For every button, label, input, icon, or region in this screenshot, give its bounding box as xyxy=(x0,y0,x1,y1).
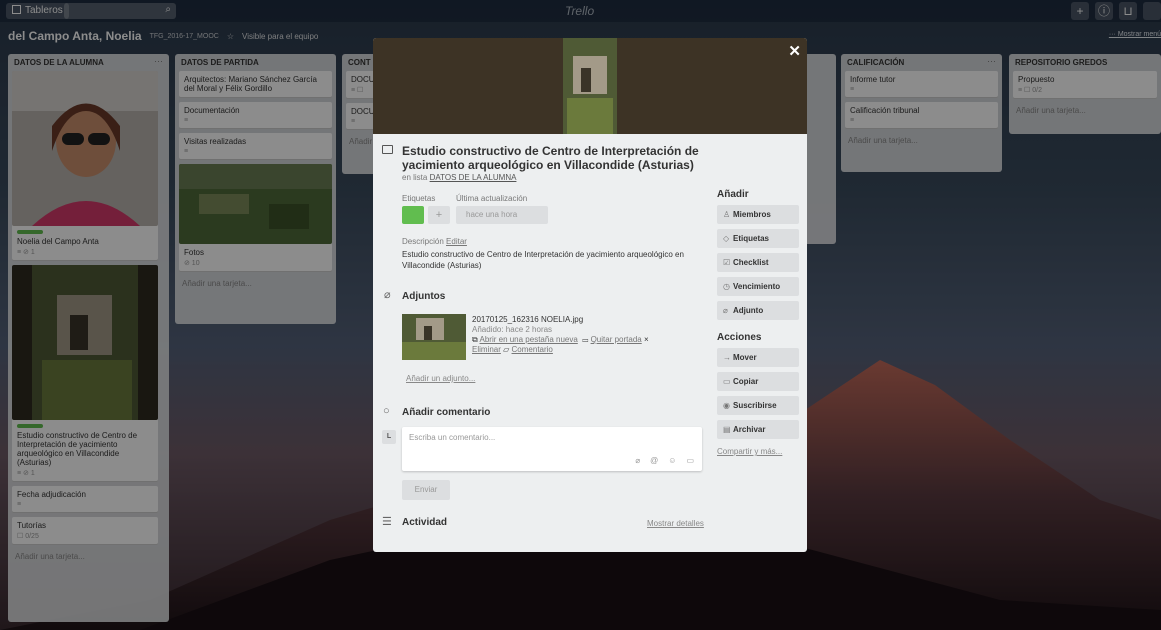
in-list-label: en lista DATOS DE LA ALUMNA xyxy=(402,173,517,182)
add-attachment-link[interactable]: Añadir un adjunto... xyxy=(406,374,475,383)
actions-heading: Acciones xyxy=(717,332,762,343)
add-label-icon[interactable]: + xyxy=(428,206,450,224)
description-text[interactable]: Estudio constructivo de Centro de Interp… xyxy=(402,249,702,271)
edit-description-link[interactable]: Editar xyxy=(446,237,467,246)
paperclip-icon: ⌀ xyxy=(384,289,391,301)
share-more-link[interactable]: Compartir y más... xyxy=(717,447,799,456)
comment-attachment-link[interactable]: Comentario xyxy=(512,345,553,354)
activity-icon: ☰ xyxy=(382,516,392,528)
copy-icon: ▭ xyxy=(723,377,731,386)
attach-icon[interactable]: ⌀ xyxy=(635,456,640,465)
comment-placeholder: Escriba un comentario... xyxy=(409,433,496,442)
copy-button[interactable]: ▭ Copiar xyxy=(717,372,799,391)
comment-icon: ▱ xyxy=(503,345,510,354)
archive-button[interactable]: ▤ Archivar xyxy=(717,420,799,439)
mention-icon[interactable]: @ xyxy=(650,456,658,465)
archive-icon: ▤ xyxy=(723,425,731,434)
delete-attachment-link[interactable]: Eliminar xyxy=(472,345,501,354)
checklist-button[interactable]: ☑ Checklist xyxy=(717,253,799,272)
modal-sidebar: Añadir ♙ Miembros ◇ Etiquetas ☑ Checklist ◷… xyxy=(717,189,799,456)
card-cover: ✕ xyxy=(373,38,807,134)
eye-icon: ◉ xyxy=(723,401,730,410)
description-heading: Descripción Editar xyxy=(402,237,467,246)
labels-heading: Etiquetas xyxy=(402,194,436,203)
open-new-tab-link[interactable]: Abrir en una pestaña nueva xyxy=(480,335,578,344)
due-date-button[interactable]: ◷ Vencimiento xyxy=(717,277,799,296)
updated-heading: Última actualización xyxy=(456,194,528,203)
card-icon xyxy=(382,145,393,154)
card-link-icon[interactable]: ▭ xyxy=(686,456,694,465)
avatar: L xyxy=(382,430,396,444)
comment-icon: ○ xyxy=(383,405,390,417)
tag-icon: ◇ xyxy=(723,234,730,243)
add-comment-heading: Añadir comentario xyxy=(402,407,491,418)
close-icon[interactable]: × xyxy=(644,335,649,344)
activity-heading: Actividad xyxy=(402,517,448,528)
labels-button[interactable]: ◇ Etiquetas xyxy=(717,229,799,248)
attachment-thumbnail[interactable] xyxy=(402,314,466,360)
paperclip-icon: ⌀ xyxy=(723,306,728,315)
close-icon[interactable]: ✕ xyxy=(788,42,801,60)
card-detail-modal: ✕ Estudio constructivo de Centro de Inte… xyxy=(373,38,807,552)
checklist-icon: ☑ xyxy=(723,258,731,267)
emoji-icon[interactable]: ☺ xyxy=(668,456,676,465)
attachment-name: 20170125_162316 NOELIA.jpg xyxy=(472,315,584,324)
arrow-right-icon: → xyxy=(723,353,731,362)
external-link-icon: ⧉ xyxy=(472,335,478,344)
comment-tools: ⌀ @ ☺ ▭ xyxy=(635,456,694,465)
attachments-heading: Adjuntos xyxy=(402,291,446,302)
members-button[interactable]: ♙ Miembros xyxy=(717,205,799,224)
move-button[interactable]: → Mover xyxy=(717,348,799,367)
comment-input[interactable]: Escriba un comentario... ⌀ @ ☺ ▭ xyxy=(402,427,702,471)
show-details-link[interactable]: Mostrar detalles xyxy=(647,519,704,528)
add-heading: Añadir xyxy=(717,189,749,200)
send-button[interactable]: Enviar xyxy=(402,480,450,500)
attachment-added: Añadido: hace 2 horas xyxy=(472,325,553,334)
remove-cover-link[interactable]: Quitar portada xyxy=(591,335,642,344)
list-link[interactable]: DATOS DE LA ALUMNA xyxy=(430,173,517,182)
cover-photo xyxy=(563,38,617,134)
clock-icon: ◷ xyxy=(723,282,730,291)
card-title[interactable]: Estudio constructivo de Centro de Interp… xyxy=(402,144,742,172)
user-icon: ♙ xyxy=(723,210,731,219)
updated-value: hace una hora xyxy=(456,206,548,224)
subscribe-button[interactable]: ◉ Suscribirse xyxy=(717,396,799,415)
green-label[interactable] xyxy=(402,206,424,224)
attachment-details: 20170125_162316 NOELIA.jpg Añadido: hace… xyxy=(472,315,649,355)
attachment-button[interactable]: ⌀ Adjunto xyxy=(717,301,799,320)
cover-icon: ▭ xyxy=(582,335,589,344)
